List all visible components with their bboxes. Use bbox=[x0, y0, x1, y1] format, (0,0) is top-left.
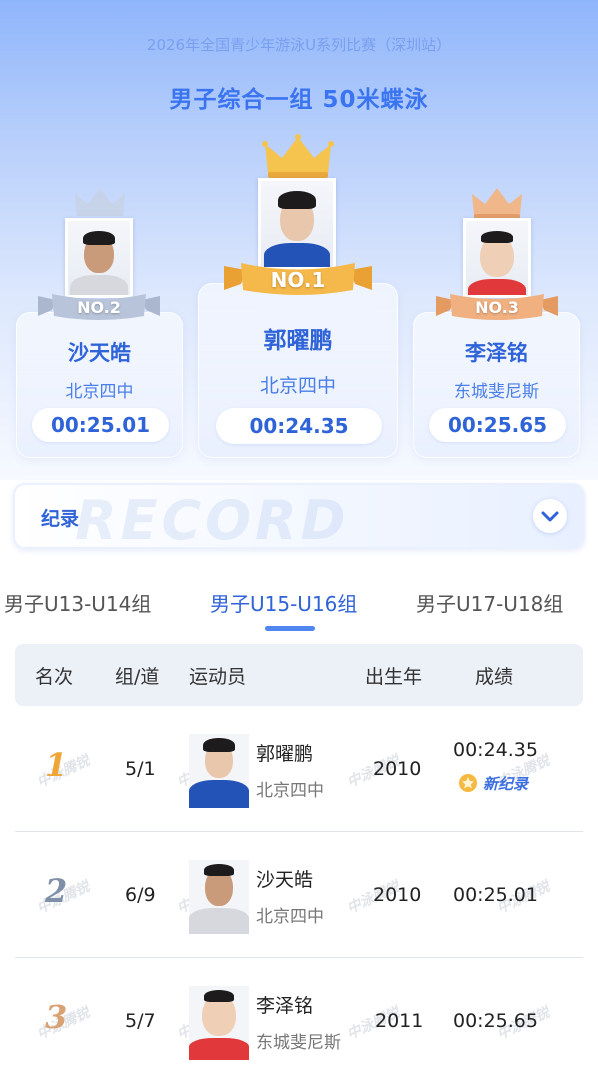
record-label: 纪录 bbox=[41, 508, 80, 530]
header-lane: 组/道 bbox=[115, 666, 160, 688]
competition-title: 2026年全国青少年游泳U系列比赛（深圳站） bbox=[146, 36, 452, 54]
record-toggle-button[interactable] bbox=[533, 499, 567, 533]
header-birth-year: 出生年 bbox=[365, 666, 423, 688]
result-time: 00:24.35 bbox=[453, 739, 538, 761]
rank-ribbon-1: NO.1 bbox=[224, 258, 372, 298]
podium-club-1: 北京四中 bbox=[259, 375, 336, 397]
rank-ribbon-1-label: NO.1 bbox=[270, 268, 326, 292]
podium-card-3[interactable]: 李泽铭 东城斐尼斯 00:25.65 bbox=[413, 312, 580, 458]
new-record-label: 新纪录 bbox=[483, 774, 529, 793]
header-result: 成绩 bbox=[475, 666, 514, 688]
podium-club-2: 北京四中 bbox=[65, 382, 134, 402]
results-table-header: 名次 组/道 运动员 出生年 成绩 bbox=[15, 644, 583, 706]
rank-number: 2 bbox=[45, 872, 68, 910]
birth-year: 2010 bbox=[373, 758, 422, 780]
podium-name-2: 沙天皓 bbox=[68, 341, 131, 365]
table-row[interactable]: 中泳腾锐 中泳腾锐 中泳腾锐 中泳腾锐 3 5/7 李泽铭 东城斐尼斯 2011… bbox=[15, 958, 583, 1080]
lane: 6/9 bbox=[125, 884, 156, 906]
rank-ribbon-2-label: NO.2 bbox=[77, 298, 121, 317]
chevron-down-icon bbox=[541, 511, 559, 522]
new-record-badge: 新纪录 bbox=[457, 772, 528, 794]
podium-name-3: 李泽铭 bbox=[465, 341, 528, 365]
active-tab-indicator bbox=[265, 626, 315, 631]
podium-name-1: 郭曜鹏 bbox=[263, 328, 333, 354]
athlete-club: 东城斐尼斯 bbox=[256, 1033, 341, 1053]
athlete-club: 北京四中 bbox=[256, 781, 324, 801]
record-medal-icon bbox=[459, 774, 477, 792]
podium-card-1[interactable]: 郭曜鹏 北京四中 00:24.35 bbox=[198, 283, 398, 458]
gold-crown-icon bbox=[262, 134, 334, 178]
tab-u17-u18[interactable]: 男子U17-U18组 bbox=[416, 588, 563, 617]
podium-photo-2 bbox=[65, 218, 133, 298]
athlete-photo bbox=[189, 986, 249, 1060]
athlete-name: 沙天皓 bbox=[256, 869, 314, 891]
tab-u13-u14[interactable]: 男子U13-U14组 bbox=[4, 588, 151, 617]
rank-number: 1 bbox=[45, 746, 68, 784]
podium-time-3: 00:25.65 bbox=[429, 408, 566, 442]
lane: 5/1 bbox=[125, 758, 156, 780]
athlete-name: 郭曜鹏 bbox=[256, 743, 314, 765]
podium-photo-1 bbox=[258, 178, 336, 270]
result-time: 00:25.65 bbox=[453, 1010, 538, 1032]
athlete-name: 李泽铭 bbox=[256, 995, 314, 1017]
athlete-photo bbox=[189, 734, 249, 808]
podium-card-2[interactable]: 沙天皓 北京四中 00:25.01 bbox=[16, 312, 183, 458]
birth-year: 2011 bbox=[375, 1010, 424, 1032]
result-time: 00:25.01 bbox=[453, 884, 538, 906]
rank-ribbon-2: NO.2 bbox=[38, 290, 160, 322]
rank-ribbon-3: NO.3 bbox=[436, 290, 558, 322]
rank-ribbon-3-label: NO.3 bbox=[475, 298, 519, 317]
age-group-tabs: 男子U13-U14组 男子U15-U16组 男子U17-U18组 bbox=[0, 588, 598, 628]
podium-photo-3 bbox=[463, 218, 531, 298]
athlete-photo bbox=[189, 860, 249, 934]
lane: 5/7 bbox=[125, 1010, 156, 1032]
athlete-club: 北京四中 bbox=[256, 907, 324, 927]
silver-crown-icon bbox=[75, 188, 125, 216]
record-watermark: RECORD bbox=[75, 489, 350, 549]
birth-year: 2010 bbox=[373, 884, 422, 906]
podium-club-3: 东城斐尼斯 bbox=[454, 382, 539, 402]
event-title: 男子综合一组 50米蝶泳 bbox=[169, 87, 429, 113]
podium-time-1: 00:24.35 bbox=[216, 408, 382, 444]
rank-number: 3 bbox=[45, 998, 68, 1036]
header-rank: 名次 bbox=[35, 666, 74, 688]
record-panel[interactable]: RECORD 纪录 bbox=[13, 483, 585, 549]
podium-time-2: 00:25.01 bbox=[32, 408, 169, 442]
header-athlete: 运动员 bbox=[189, 666, 247, 688]
table-row[interactable]: 中泳腾锐 中泳腾锐 中泳腾锐 中泳腾锐 2 6/9 沙天皓 北京四中 2010 … bbox=[15, 832, 583, 958]
tab-u15-u16[interactable]: 男子U15-U16组 bbox=[210, 588, 357, 617]
bronze-crown-icon bbox=[472, 188, 522, 219]
table-row[interactable]: 中泳腾锐 中泳腾锐 中泳腾锐 中泳腾锐 1 5/1 郭曜鹏 北京四中 2010 … bbox=[15, 706, 583, 832]
